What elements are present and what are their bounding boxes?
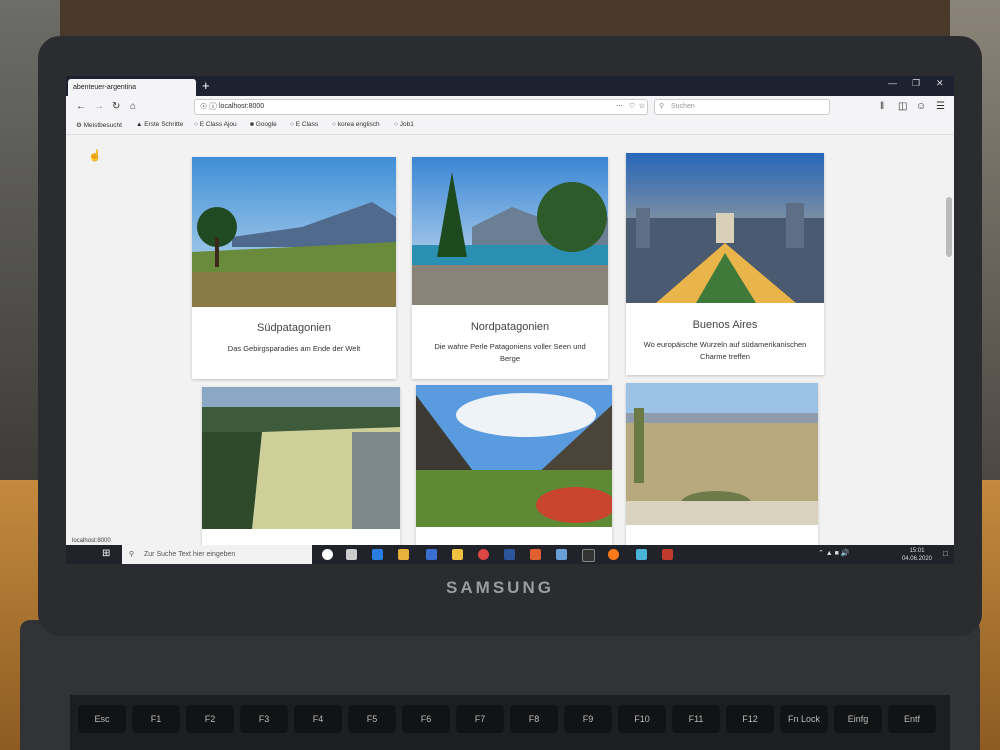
- terminal-icon[interactable]: [582, 549, 595, 562]
- sidebar-icon[interactable]: ◫: [898, 101, 907, 112]
- app-icon[interactable]: [636, 549, 647, 560]
- clock-date: 04.06.2020: [901, 556, 932, 562]
- card-image: [626, 153, 824, 303]
- search-icon: ⚲: [129, 551, 135, 558]
- card-landscape[interactable]: [416, 385, 612, 545]
- tab-bar: abenteuer-argentina + — ❐ ✕: [66, 76, 954, 96]
- key: F9: [564, 705, 612, 733]
- url-text: localhost:8000: [219, 103, 265, 110]
- card-title: Südpatagonien: [256, 322, 331, 334]
- bookmark-star-icon[interactable]: ☆: [639, 100, 645, 114]
- store-icon[interactable]: [398, 549, 409, 560]
- browser-tab[interactable]: abenteuer-argentina: [68, 79, 196, 96]
- key: F3: [240, 705, 288, 733]
- key: F2: [186, 705, 234, 733]
- card-buenos-aires[interactable]: Buenos Aires Wo europäische Wurzeln auf …: [626, 153, 824, 375]
- taskbar-search-placeholder: Zur Suche Text hier eingeben: [144, 551, 236, 558]
- new-tab-button[interactable]: +: [202, 78, 210, 94]
- card-image: [192, 157, 396, 307]
- nav-bar: ← → ↻ ⌂ ☉ ⓘ localhost:8000 ⋯ ♡ ☆ ⚲ Suche…: [66, 96, 954, 118]
- maximize-icon[interactable]: ❐: [912, 78, 920, 89]
- screen: abenteuer-argentina + — ❐ ✕ ← → ↻ ⌂ ☉ ⓘ …: [66, 76, 954, 564]
- cursor-icon: ☝: [88, 150, 102, 162]
- shield-icon[interactable]: ☉: [200, 100, 207, 114]
- pocket-icon[interactable]: ♡: [629, 100, 635, 114]
- menu-icon[interactable]: ☰: [936, 101, 945, 112]
- page-content: ☝ Südpatagonien Das Gebirgsparadies am E…: [66, 135, 954, 545]
- key: F6: [402, 705, 450, 733]
- card-desert[interactable]: [626, 383, 818, 545]
- card-description: Die wahre Perle Patagoniens voller Seen …: [434, 342, 586, 363]
- key: F5: [348, 705, 396, 733]
- key: F4: [294, 705, 342, 733]
- clock-time: 15:01: [909, 548, 925, 554]
- key: F8: [510, 705, 558, 733]
- card-suedpatagonien[interactable]: Südpatagonien Das Gebirgsparadies am End…: [192, 157, 396, 379]
- firefox-icon[interactable]: [608, 549, 619, 560]
- taskbar-clock[interactable]: 15:01 04.06.2020: [902, 547, 932, 563]
- search-icon: ⚲: [659, 103, 665, 110]
- notification-icon[interactable]: □: [943, 549, 948, 558]
- cortana-icon[interactable]: [322, 549, 333, 560]
- explorer-icon[interactable]: [452, 549, 463, 560]
- bookmark-eclass-ajou[interactable]: ○ E Class Ajou: [194, 121, 237, 128]
- bookmark-google[interactable]: ■ Google: [250, 121, 277, 128]
- app-icon[interactable]: [530, 549, 541, 560]
- minimize-icon[interactable]: —: [888, 78, 897, 88]
- keyboard: Esc F1 F2 F3 F4 F5 F6 F7 F8 F9 F10 F11 F…: [70, 695, 950, 750]
- task-view-icon[interactable]: [346, 549, 357, 560]
- app-icon[interactable]: [556, 549, 567, 560]
- card-title: Nordpatagonien: [470, 321, 550, 333]
- close-icon[interactable]: ✕: [936, 78, 944, 89]
- card-description: Wo europäische Wurzeln auf südamerikanis…: [643, 340, 807, 361]
- url-bar[interactable]: ☉ ⓘ localhost:8000 ⋯ ♡ ☆: [194, 99, 648, 115]
- key: F7: [456, 705, 504, 733]
- bookmark-korea-englisch[interactable]: ○ korea englisch: [332, 121, 380, 128]
- status-url: localhost:8000: [70, 537, 113, 545]
- app-icon[interactable]: [426, 549, 437, 560]
- info-icon[interactable]: ⓘ: [209, 100, 217, 114]
- card-image: [416, 385, 612, 527]
- bookmark-job1[interactable]: ○ Job1: [394, 121, 414, 128]
- card-description: Das Gebirgsparadies am Ende der Welt: [227, 344, 361, 353]
- bookmark-erste-schritte[interactable]: ▲ Erste Schritte: [136, 121, 183, 128]
- acrobat-icon[interactable]: [662, 549, 673, 560]
- bookmark-meistbesucht[interactable]: ⚙ Meistbesucht: [76, 121, 122, 129]
- key: Fn Lock: [780, 705, 828, 733]
- bookmarks-bar: ⚙ Meistbesucht ▲ Erste Schritte ○ E Clas…: [66, 118, 954, 135]
- key: Einfg: [834, 705, 882, 733]
- search-placeholder: Suchen: [671, 103, 695, 110]
- more-icon[interactable]: ⋯: [616, 100, 623, 114]
- key: F11: [672, 705, 720, 733]
- search-input[interactable]: ⚲ Suchen: [654, 99, 830, 115]
- bookmark-eclass[interactable]: ○ E Class: [290, 121, 318, 128]
- windows-start-icon[interactable]: ⊞: [102, 548, 110, 559]
- home-icon[interactable]: ⌂: [130, 101, 136, 112]
- key: Entf: [888, 705, 936, 733]
- forward-icon[interactable]: →: [94, 101, 104, 112]
- key: F12: [726, 705, 774, 733]
- taskbar: ⊞ ⚲ Zur Suche Text hier eingeben ⌃ ▲ ■ 🔊…: [66, 545, 954, 564]
- card-image: [626, 383, 818, 525]
- reload-icon[interactable]: ↻: [112, 101, 120, 112]
- taskbar-search-input[interactable]: ⚲ Zur Suche Text hier eingeben: [122, 545, 312, 564]
- chrome-icon[interactable]: [478, 549, 489, 560]
- back-icon[interactable]: ←: [76, 101, 86, 112]
- card-nordpatagonien[interactable]: Nordpatagonien Die wahre Perle Patagonie…: [412, 157, 608, 379]
- card-title: Buenos Aires: [692, 319, 758, 331]
- key: Esc: [78, 705, 126, 733]
- card-image: [412, 157, 608, 305]
- key: F1: [132, 705, 180, 733]
- edge-icon[interactable]: [372, 549, 383, 560]
- laptop-brand: SAMSUNG: [446, 578, 554, 597]
- card-image: [202, 387, 400, 529]
- system-tray-icons[interactable]: ⌃ ▲ ■ 🔊: [818, 549, 850, 557]
- library-icon[interactable]: ‖: [880, 101, 884, 112]
- scrollbar[interactable]: [946, 197, 952, 257]
- key: F10: [618, 705, 666, 733]
- card-iguazu[interactable]: [202, 387, 400, 545]
- word-icon[interactable]: [504, 549, 515, 560]
- account-icon[interactable]: ☺: [916, 101, 926, 112]
